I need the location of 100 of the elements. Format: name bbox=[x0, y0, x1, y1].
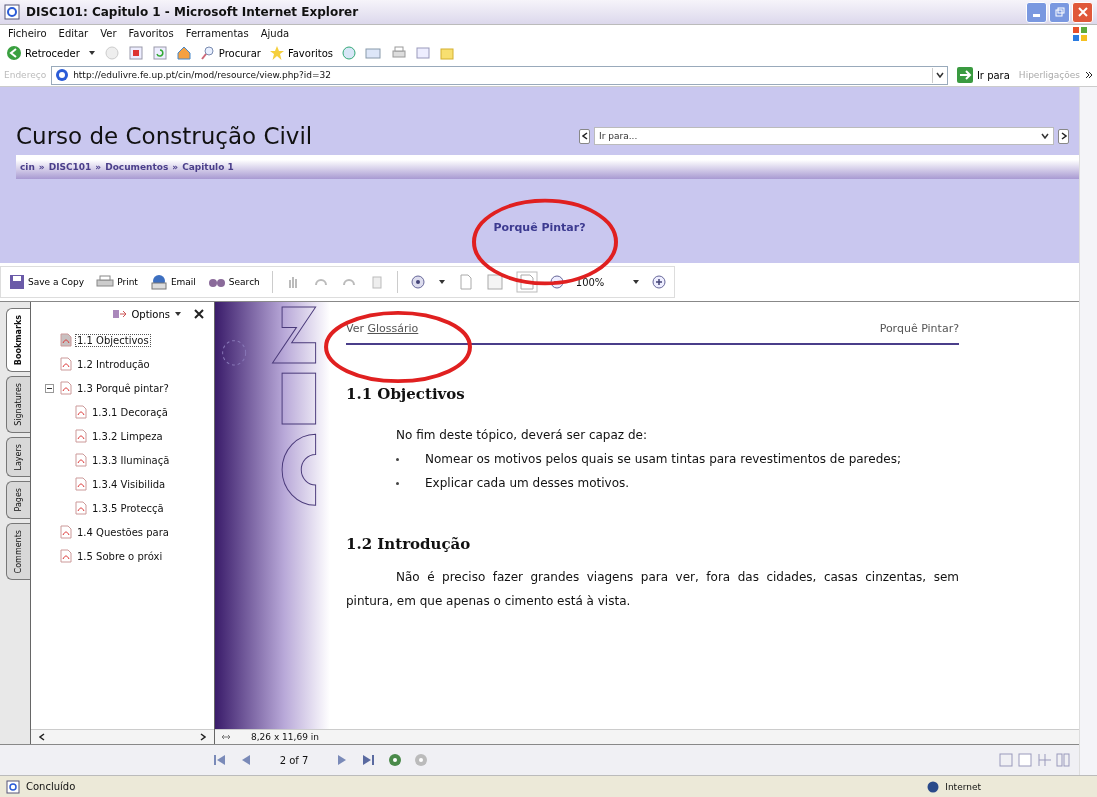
email-button[interactable]: Email bbox=[149, 274, 196, 290]
back-button[interactable]: Retroceder bbox=[6, 45, 80, 61]
restore-button[interactable] bbox=[1049, 1, 1070, 23]
bookmark-item[interactable]: 1.3.4 Visibilida bbox=[90, 477, 168, 491]
back-view-icon[interactable] bbox=[388, 753, 402, 767]
chevron-left-icon bbox=[581, 132, 588, 140]
go-button[interactable]: Ir para bbox=[952, 67, 1014, 83]
collapse-icon[interactable] bbox=[45, 383, 54, 393]
breadcrumb-separator: » bbox=[95, 162, 102, 172]
side-tab[interactable]: Bookmarks bbox=[6, 308, 30, 373]
bullet-icon bbox=[396, 482, 399, 485]
breadcrumb-link[interactable]: DISC101 bbox=[48, 162, 92, 172]
first-page-icon[interactable] bbox=[212, 753, 228, 767]
pdf-page-icon bbox=[59, 333, 73, 347]
zoom-tool-icon[interactable] bbox=[409, 274, 426, 290]
page-icon bbox=[6, 779, 20, 794]
site-title: Curso de Construção Civil bbox=[16, 123, 314, 149]
minimize-icon bbox=[1033, 13, 1040, 17]
breadcrumb-separator: » bbox=[38, 162, 45, 172]
stop-icon[interactable] bbox=[127, 45, 144, 61]
search-button[interactable]: Procurar bbox=[199, 45, 261, 61]
minimize-button[interactable] bbox=[1026, 1, 1047, 23]
side-tab[interactable]: Pages bbox=[6, 481, 30, 519]
side-tab[interactable]: Layers bbox=[6, 436, 30, 478]
last-page-icon[interactable] bbox=[360, 753, 376, 767]
next-page-icon[interactable] bbox=[336, 753, 348, 767]
zone-label: Internet bbox=[945, 781, 981, 792]
bookmark-item[interactable]: 1.3.3 Iluminaçã bbox=[90, 453, 172, 467]
glossary-link[interactable]: Glossário bbox=[367, 322, 419, 335]
bookmark-item[interactable]: 1.5 Sobre o próxi bbox=[75, 549, 165, 563]
previous-button[interactable] bbox=[579, 128, 590, 144]
scroll-right-icon[interactable] bbox=[200, 733, 206, 741]
options-button[interactable]: Options bbox=[113, 308, 182, 320]
window-title: DISC101: Capitulo 1 - Microsoft Internet Explorer bbox=[26, 5, 360, 19]
bullet-icon bbox=[396, 458, 399, 461]
search-button[interactable]: Search bbox=[207, 274, 260, 290]
printer-icon bbox=[96, 274, 115, 290]
bookmark-item[interactable]: 1.4 Questões para bbox=[75, 525, 171, 539]
chevron-icon[interactable] bbox=[1085, 71, 1093, 79]
favorites-button[interactable]: Favoritos bbox=[268, 45, 334, 61]
page-layout-icons[interactable] bbox=[999, 753, 1071, 767]
list-item: Nomear os motivos pelos quais se usam tintas para revestimentos de paredes; bbox=[425, 451, 902, 468]
fit-page-icon[interactable] bbox=[485, 273, 504, 291]
browser-icon bbox=[4, 4, 20, 20]
home-icon[interactable] bbox=[175, 45, 192, 61]
status-text: Concluído bbox=[26, 781, 76, 792]
menu-item[interactable]: Ferramentas bbox=[185, 28, 249, 39]
print-button[interactable]: Print bbox=[96, 274, 138, 290]
page-indicator[interactable]: 2 of 7 bbox=[264, 754, 324, 766]
star-icon bbox=[268, 45, 285, 61]
pdf-page-icon bbox=[74, 501, 88, 515]
refresh-icon[interactable] bbox=[151, 45, 168, 61]
bookmark-item[interactable]: 1.3 Porquê pintar? bbox=[75, 381, 171, 395]
bookmark-item[interactable]: 1.3.1 Decoraçã bbox=[90, 405, 170, 419]
dropdown-caret-icon[interactable] bbox=[935, 72, 944, 78]
bookmark-item[interactable]: 1.3.5 Protecçã bbox=[90, 501, 166, 515]
paragraph: No fim deste tópico, deverá ser capaz de: bbox=[395, 427, 648, 444]
bookmark-item[interactable]: 1.2 Introdução bbox=[75, 357, 152, 371]
next-button[interactable] bbox=[1058, 128, 1069, 144]
jump-select[interactable]: Ir para... bbox=[594, 127, 1054, 145]
breadcrumb-link[interactable]: cin bbox=[20, 162, 35, 172]
side-tab[interactable]: Signatures bbox=[6, 376, 30, 433]
dropdown-caret-icon[interactable] bbox=[437, 279, 446, 285]
pdf-page-icon bbox=[59, 381, 73, 395]
menu-item[interactable]: Ajuda bbox=[260, 28, 290, 39]
close-button[interactable] bbox=[1072, 1, 1093, 23]
address-field[interactable]: http://edulivre.fe.up.pt/cin/mod/resource/view.php?id=32 bbox=[51, 65, 948, 85]
pdf-page-icon bbox=[59, 525, 73, 539]
dropdown-caret-icon bbox=[1041, 133, 1049, 139]
zoom-in-icon[interactable] bbox=[651, 275, 666, 289]
paragraph: Não é preciso fazer grandes viagens para ver, fora das cidades, casas cinzentas, sem pintura, em que apenas o cimento está à vista. bbox=[346, 569, 959, 610]
dropdown-caret-icon[interactable] bbox=[631, 279, 640, 285]
close-icon[interactable] bbox=[194, 309, 204, 319]
side-tab[interactable]: Comments bbox=[6, 522, 30, 581]
search-icon bbox=[199, 45, 216, 61]
menu-item[interactable]: Favoritos bbox=[128, 28, 174, 39]
bookmark-item[interactable]: 1.1 Objectivos bbox=[75, 333, 151, 347]
printer-icon[interactable] bbox=[391, 45, 408, 61]
split-icon[interactable] bbox=[221, 733, 231, 741]
glossary-text: Ver Glossário bbox=[346, 322, 419, 335]
section-link[interactable]: Porquê Pintar? bbox=[879, 322, 959, 335]
scroll-left-icon[interactable] bbox=[39, 733, 45, 741]
pdf-page-icon bbox=[74, 429, 88, 443]
menu-item[interactable]: Ficheiro bbox=[8, 28, 47, 39]
banner-link[interactable]: Porquê Pintar? bbox=[493, 220, 586, 234]
previous-page-icon[interactable] bbox=[240, 753, 252, 767]
breadcrumb-link[interactable]: Documentos bbox=[105, 162, 169, 172]
dropdown-caret-icon[interactable] bbox=[87, 50, 96, 56]
vertical-scrollbar[interactable] bbox=[1079, 87, 1097, 775]
bookmark-item[interactable]: 1.3.2 Limpeza bbox=[90, 429, 165, 443]
windows-logo-icon bbox=[1071, 24, 1089, 43]
pdf-page-icon bbox=[59, 549, 73, 563]
list-item: Explicar cada um desses motivos. bbox=[425, 475, 631, 492]
menu-item[interactable]: Editar bbox=[58, 28, 89, 39]
horizontal-scrollbar[interactable] bbox=[31, 729, 214, 744]
zoom-out-icon[interactable] bbox=[549, 275, 564, 289]
save-button[interactable]: Save a Copy bbox=[9, 274, 85, 290]
menu-item[interactable]: Ver bbox=[100, 28, 117, 39]
breadcrumb-link[interactable]: Capitulo 1 bbox=[182, 162, 234, 172]
restore-icon bbox=[1054, 7, 1065, 17]
